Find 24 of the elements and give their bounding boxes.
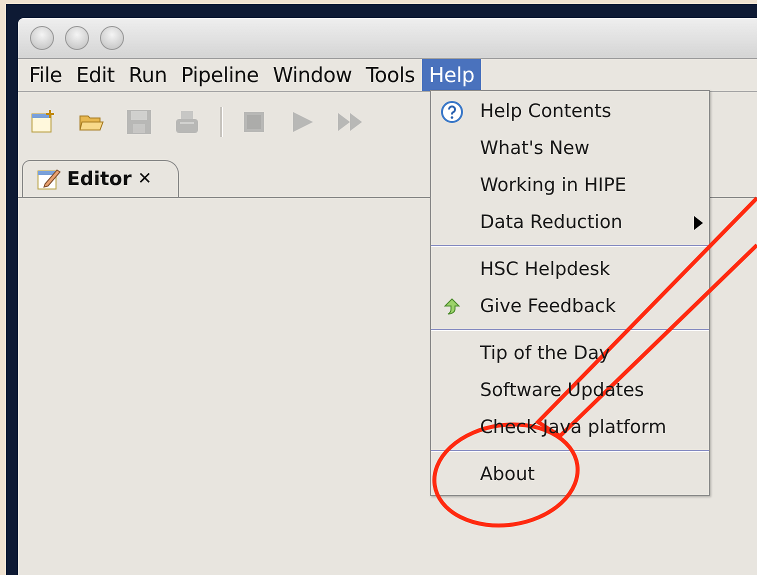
menu-entry[interactable]: Working in HIPE [480, 175, 626, 196]
menu-entry[interactable]: Give Feedback [480, 296, 616, 317]
close-window-button[interactable] [30, 26, 54, 50]
close-tab-button[interactable]: ✕ [138, 169, 152, 189]
menu-item[interactable]: Window [266, 59, 359, 91]
menu-item[interactable]: Help [422, 59, 482, 91]
menu-item[interactable]: Pipeline [174, 59, 266, 91]
menu-entry[interactable]: What's New [480, 138, 590, 159]
menu-entry[interactable]: About [480, 464, 535, 485]
tab-label: Editor [67, 168, 132, 190]
menu-entry[interactable]: Help Contents [480, 101, 612, 122]
editor-tab[interactable]: Editor ✕ [22, 160, 179, 197]
zoom-window-button[interactable] [100, 26, 124, 50]
menu-item[interactable]: Tools [358, 59, 422, 91]
menu-entry[interactable]: Data Reduction [480, 212, 623, 233]
menu-item[interactable]: Edit [69, 59, 122, 91]
menu-item[interactable]: Run [122, 59, 174, 91]
edit-document-icon [37, 167, 61, 191]
submenu-arrow-icon [694, 216, 703, 230]
minimize-window-button[interactable] [65, 26, 89, 50]
help-icon [441, 101, 463, 123]
menu-entry[interactable]: HSC Helpdesk [480, 259, 610, 280]
new-file-icon[interactable] [30, 109, 56, 135]
menu-item[interactable]: File [22, 59, 70, 91]
